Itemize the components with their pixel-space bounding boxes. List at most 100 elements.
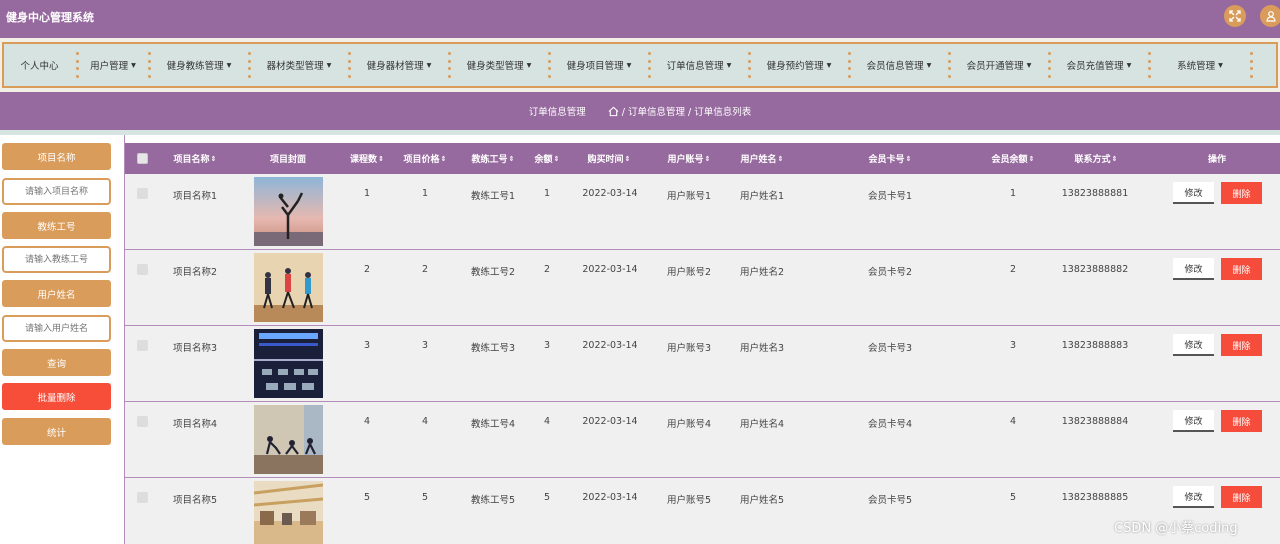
select-all-checkbox[interactable] — [137, 153, 148, 164]
row-checkbox[interactable] — [137, 264, 148, 275]
sort-icon: ⇕ — [1028, 154, 1035, 163]
col-lessons[interactable]: 课程数 ⇕ — [343, 143, 391, 174]
edit-button[interactable]: 修改 — [1173, 410, 1214, 432]
chevron-down-icon: ▾ — [726, 59, 732, 71]
cell-card: 会员卡号4 — [867, 419, 913, 430]
breadcrumb-path[interactable]: / 订单信息管理 / 订单信息列表 — [622, 104, 751, 118]
col-remaining[interactable]: 余额 ⇕ — [530, 143, 564, 174]
col-label: 项目价格 — [403, 155, 440, 165]
cell-price: 2 — [421, 264, 429, 275]
project-name-input[interactable] — [2, 178, 111, 205]
delete-button[interactable]: 删除 — [1221, 182, 1262, 204]
table-row: 项目名称5 5 5 教练工号5 5 2022-03-14 用户账号5 用户姓名5 会员卡号5 5 1… — [125, 478, 1280, 544]
col-coach-id[interactable]: 教练工号 ⇕ — [465, 143, 521, 174]
nav-item-9[interactable]: 健身预约管理 ▾ — [751, 44, 847, 86]
user-name-input[interactable] — [2, 315, 111, 342]
nav-item-label: 健身预约管理 — [766, 61, 824, 72]
nav-item-13[interactable]: 系统管理 ▾ — [1151, 44, 1249, 86]
cell-username: 用户姓名3 — [739, 343, 785, 354]
nav-item-2[interactable]: 用户管理 ▾ — [79, 44, 147, 86]
sort-icon: ⇕ — [1111, 154, 1118, 163]
row-checkbox[interactable] — [137, 188, 148, 199]
project-cover-image — [253, 481, 324, 544]
col-member-card[interactable]: 会员卡号 ⇕ — [862, 143, 918, 174]
table-row: 项目名称1 1 1 教练工号1 1 2022-03-14 用户账号1 用户姓名1 会员卡号1 1 1… — [125, 174, 1280, 250]
cell-remaining: 3 — [543, 340, 551, 351]
nav-item-label: 订单信息管理 — [666, 61, 724, 72]
cell-member-balance: 3 — [1009, 340, 1017, 351]
breadcrumb-section: 订单信息管理 — [528, 107, 586, 118]
cell-date: 2022-03-14 — [582, 492, 638, 503]
cell-account: 用户账号1 — [666, 191, 712, 202]
edit-button[interactable]: 修改 — [1173, 182, 1214, 204]
delete-button[interactable]: 删除 — [1221, 334, 1262, 356]
delete-button[interactable]: 删除 — [1221, 410, 1262, 432]
col-label: 会员卡号 — [868, 155, 905, 165]
col-user-name[interactable]: 用户姓名 ⇕ — [734, 143, 790, 174]
sort-icon: ⇕ — [508, 154, 515, 163]
cell-lessons: 2 — [363, 264, 371, 275]
cell-remaining: 2 — [543, 264, 551, 275]
col-price[interactable]: 项目价格 ⇕ — [397, 143, 453, 174]
stats-button[interactable]: 统计 — [2, 418, 111, 445]
sort-icon: ⇕ — [210, 154, 217, 163]
nav-item-label: 健身教练管理 — [166, 61, 224, 72]
fullscreen-button[interactable] — [1224, 5, 1246, 27]
delete-button[interactable]: 删除 — [1221, 258, 1262, 280]
coach-id-input[interactable] — [2, 246, 111, 273]
col-contact[interactable]: 联系方式 ⇕ — [1065, 143, 1127, 174]
row-checkbox[interactable] — [137, 492, 148, 503]
col-project-cover: 项目封面 — [255, 143, 321, 174]
cell-remaining: 1 — [543, 188, 551, 199]
edit-button[interactable]: 修改 — [1173, 258, 1214, 280]
nav-item-label: 健身项目管理 — [566, 61, 624, 72]
sort-icon: ⇕ — [440, 154, 447, 163]
cell-date: 2022-03-14 — [582, 416, 638, 427]
nav-item-7[interactable]: 健身项目管理 ▾ — [551, 44, 647, 86]
nav-item-1[interactable]: 个人中心 — [4, 44, 75, 86]
app-title: 健身中心管理系统 — [6, 11, 94, 24]
cell-name: 项目名称2 — [172, 267, 218, 278]
home-icon[interactable] — [608, 106, 619, 117]
nav-item-8[interactable]: 订单信息管理 ▾ — [651, 44, 747, 86]
col-project-name[interactable]: 项目名称 ⇕ — [165, 143, 225, 174]
nav-item-10[interactable]: 会员信息管理 ▾ — [851, 44, 947, 86]
col-user-account[interactable]: 用户账号 ⇕ — [661, 143, 717, 174]
cell-account: 用户账号2 — [666, 267, 712, 278]
user-menu-button[interactable] — [1260, 5, 1280, 27]
row-checkbox[interactable] — [137, 340, 148, 351]
cell-name: 项目名称3 — [172, 343, 218, 354]
nav-item-11[interactable]: 会员开通管理 ▾ — [951, 44, 1047, 86]
col-label: 项目封面 — [269, 155, 306, 165]
chevron-down-icon: ▾ — [626, 59, 632, 71]
row-checkbox[interactable] — [137, 416, 148, 427]
nav-item-5[interactable]: 健身器材管理 ▾ — [351, 44, 447, 86]
col-actions: 操作 — [1195, 143, 1239, 174]
nav-item-4[interactable]: 器材类型管理 ▾ — [251, 44, 347, 86]
delete-button[interactable]: 删除 — [1221, 486, 1262, 508]
cell-card: 会员卡号3 — [867, 343, 913, 354]
cell-lessons: 3 — [363, 340, 371, 351]
cell-username: 用户姓名4 — [739, 419, 785, 430]
nav-item-6[interactable]: 健身类型管理 ▾ — [451, 44, 547, 86]
query-button[interactable]: 查询 — [2, 349, 111, 376]
col-member-balance[interactable]: 会员余额 ⇕ — [985, 143, 1041, 174]
nav-item-3[interactable]: 健身教练管理 ▾ — [151, 44, 247, 86]
col-purchase-time[interactable]: 购买时间 ⇕ — [580, 143, 638, 174]
cell-card: 会员卡号1 — [867, 191, 913, 202]
breadcrumb: 订单信息管理 / 订单信息管理 / 订单信息列表 — [0, 92, 1280, 130]
sort-icon: ⇕ — [704, 154, 711, 163]
cell-coach: 教练工号1 — [470, 191, 516, 202]
cell-price: 5 — [421, 492, 429, 503]
top-bar: 健身中心管理系统 — [0, 0, 1280, 38]
chevron-down-icon: ▾ — [1218, 59, 1223, 71]
edit-button[interactable]: 修改 — [1173, 486, 1214, 508]
chevron-down-icon: ▾ — [131, 59, 136, 71]
edit-button[interactable]: 修改 — [1173, 334, 1214, 356]
cell-coach: 教练工号5 — [470, 495, 516, 506]
nav-item-12[interactable]: 会员充值管理 ▾ — [1051, 44, 1147, 86]
cell-remaining: 5 — [543, 492, 551, 503]
batch-delete-button[interactable]: 批量删除 — [2, 383, 111, 410]
table-row: 项目名称2 2 2 教练工号2 2 2022-03-14 用户账号2 用户姓名2 会员卡号2 2 1… — [125, 250, 1280, 326]
cell-username: 用户姓名5 — [739, 495, 785, 506]
